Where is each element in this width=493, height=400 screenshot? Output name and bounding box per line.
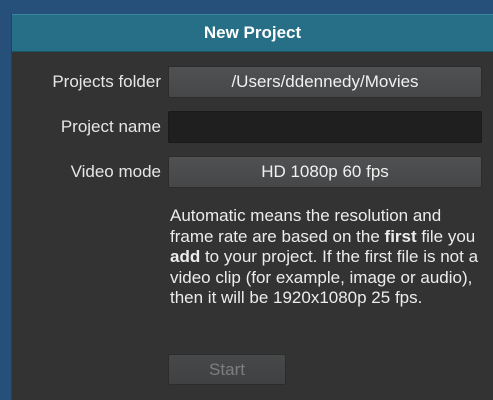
video-mode-label: Video mode: [70, 162, 161, 181]
projects-folder-button[interactable]: /Users/ddennedy/Movies: [168, 66, 482, 98]
projects-folder-row: Projects folder /Users/ddennedy/Movies: [12, 66, 493, 98]
video-mode-button[interactable]: HD 1080p 60 fps: [168, 156, 482, 188]
panel-header: New Project: [12, 14, 493, 52]
video-mode-row: Video mode HD 1080p 60 fps: [12, 156, 493, 188]
new-project-panel: New Project Projects folder /Users/ddenn…: [11, 14, 493, 400]
help-text-bold-add: add: [170, 247, 201, 266]
project-name-row: Project name: [12, 111, 493, 143]
project-name-label: Project name: [60, 117, 161, 136]
help-text-part-3: to your project. If the first file is no…: [170, 247, 479, 307]
help-text-bold-first: first: [384, 226, 417, 246]
panel-title: New Project: [203, 23, 302, 42]
start-button[interactable]: Start: [168, 354, 286, 385]
projects-folder-label: Projects folder: [52, 72, 161, 91]
help-text: Automatic means the resolution and frame…: [170, 206, 488, 309]
help-text-part-2: file you: [416, 226, 476, 246]
project-name-input[interactable]: [168, 111, 482, 143]
